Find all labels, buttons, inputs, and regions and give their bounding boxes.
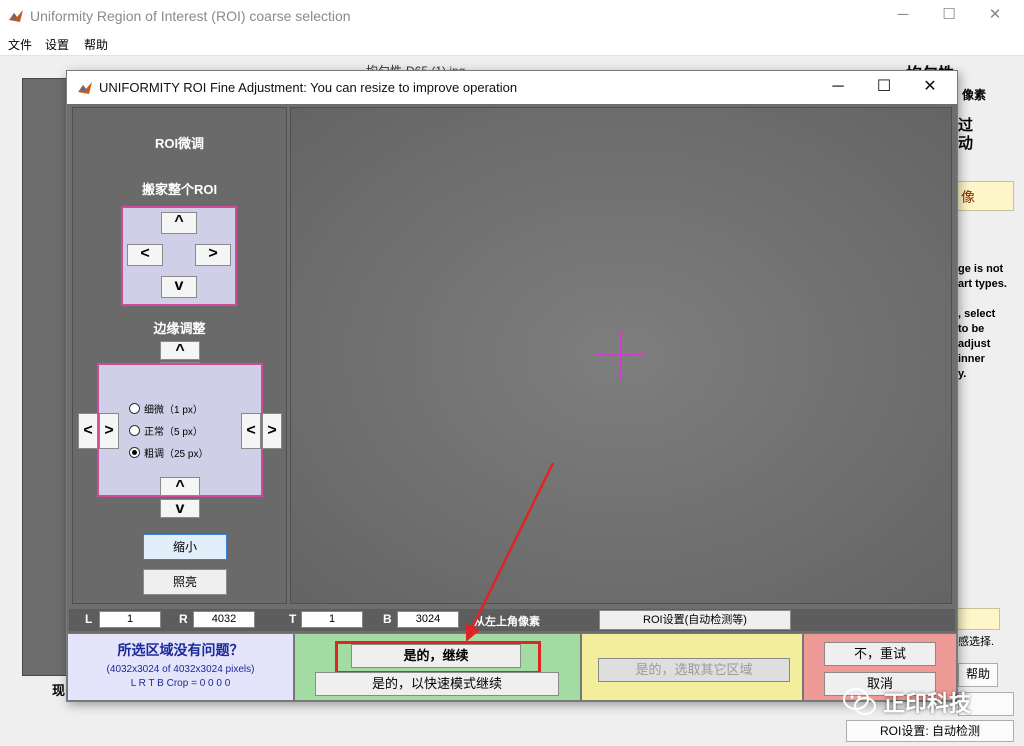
radio-coarse[interactable] (129, 447, 140, 458)
wechat-icon (843, 688, 876, 715)
matlab-icon (9, 10, 23, 22)
minimize-icon[interactable]: ─ (815, 71, 861, 104)
radio-fine[interactable] (129, 403, 140, 414)
menubar: 文件 设置 帮助 (0, 32, 1024, 56)
help-button[interactable]: 帮助 (958, 663, 998, 687)
brighten-button[interactable]: 照亮 (143, 569, 227, 595)
question-panel: 所选区域没有问题？ (4032x3024 of 4032x3024 pixels… (67, 633, 294, 701)
menu-help[interactable]: 帮助 (84, 36, 108, 53)
maximize-icon[interactable]: ☐ (861, 71, 907, 104)
question-size-line: (4032x3024 of 4032x3024 pixels) (106, 664, 255, 675)
step-normal-option[interactable]: 正常（5 px） (129, 423, 203, 438)
dialog-titlebar: UNIFORMITY ROI Fine Adjustment: You can … (67, 71, 957, 104)
coord-T-input[interactable]: 1 (301, 611, 363, 628)
crosshair-vertical (620, 330, 622, 380)
no-retry-button[interactable]: 不，重试 (824, 642, 936, 666)
right-edge-left-button[interactable]: < (241, 413, 261, 449)
left-edge-left-button[interactable]: < (78, 413, 98, 449)
step-normal-label: 正常（5 px） (144, 427, 203, 438)
roi-fine-title: ROI微调 (154, 136, 205, 151)
coord-R-input[interactable]: 4032 (193, 611, 255, 628)
watermark-text: 正印科技 (883, 691, 972, 716)
back-text-move: 动 (958, 135, 974, 152)
roi-auto-detect-button[interactable]: ROI设置: 自动检测 (846, 720, 1014, 742)
step-fine-label: 细微（1 px） (144, 405, 203, 416)
coord-L-input[interactable]: 1 (99, 611, 161, 628)
back-image-button[interactable]: 像 (952, 181, 1014, 211)
close-icon[interactable]: ✕ (907, 71, 953, 104)
right-edge-right-button[interactable]: > (262, 413, 282, 449)
back-titlebar: Uniformity Region of Interest (ROI) coar… (0, 0, 1024, 32)
move-up-button[interactable]: ^ (161, 212, 197, 234)
highlight-box (335, 641, 541, 674)
roi-settings-button[interactable]: ROI设置(自动检测等) (599, 610, 791, 630)
back-text-pixels: 像素 (962, 88, 987, 102)
edge-adjust-title: 边缘调整 (153, 321, 206, 336)
yes-other-region-button[interactable]: 是的，选取其它区域 (598, 658, 790, 682)
move-left-button[interactable]: < (127, 244, 163, 266)
bottom-edge-down-button[interactable]: v (160, 499, 200, 518)
back-image-preview (22, 78, 72, 676)
continue-panel: 是的，继续 是的，以快速模式继续 (294, 633, 581, 701)
watermark: 正印科技 (843, 686, 971, 718)
move-roi-title: 搬家整个ROI (141, 182, 218, 197)
back-yellow-button[interactable] (952, 608, 1000, 630)
back-select-hint: 感选择. (958, 636, 995, 648)
coordinate-bar: L 1 R 4032 T 1 B 3024 从左上角像素 ROI设置(自动检测等… (69, 609, 955, 631)
menu-file[interactable]: 文件 (8, 36, 32, 53)
back-window-title: Uniformity Region of Interest (ROI) coar… (30, 8, 351, 24)
coord-B-input[interactable]: 3024 (397, 611, 459, 628)
move-right-button[interactable]: > (195, 244, 231, 266)
close-icon[interactable]: ✕ (972, 0, 1018, 32)
radio-normal[interactable] (129, 425, 140, 436)
roi-control-panel: ROI微调 搬家整个ROI ^ < > v 边缘调整 ^ v 细微（1 px） … (72, 107, 287, 604)
image-preview[interactable] (290, 107, 952, 604)
left-edge-right-button[interactable]: > (99, 413, 119, 449)
back-text-over: 过 (958, 117, 974, 134)
bottom-edge-up-button[interactable]: ^ (160, 477, 200, 496)
coord-note: 从左上角像素 (474, 616, 540, 628)
top-edge-up-button[interactable]: ^ (160, 341, 200, 360)
step-fine-option[interactable]: 细微（1 px） (129, 401, 203, 416)
move-roi-box: ^ < > v (121, 206, 237, 306)
matlab-icon (78, 82, 92, 94)
coord-B-label: B (383, 612, 392, 626)
coord-T-label: T (289, 612, 297, 626)
step-coarse-option[interactable]: 粗调（25 px） (129, 445, 208, 460)
fine-adjust-dialog: UNIFORMITY ROI Fine Adjustment: You can … (66, 70, 958, 702)
question-crop-line: L R T B Crop = 0 0 0 0 (130, 678, 231, 689)
back-info-text: ge is not art types. , select to be adju… (958, 263, 1007, 380)
dialog-body: ROI微调 搬家整个ROI ^ < > v 边缘调整 ^ v 细微（1 px） … (67, 104, 957, 701)
step-coarse-label: 粗调（25 px） (144, 449, 209, 460)
minimize-icon[interactable]: ─ (880, 0, 926, 32)
shrink-button[interactable]: 缩小 (143, 534, 227, 560)
question-title: 所选区域没有问题？ (117, 642, 244, 658)
maximize-icon[interactable]: ☐ (926, 0, 972, 32)
coord-L-label: L (85, 612, 93, 626)
back-now-label: 现 (52, 683, 66, 698)
coord-R-label: R (179, 612, 188, 626)
dialog-title: UNIFORMITY ROI Fine Adjustment: You can … (99, 80, 518, 95)
menu-settings[interactable]: 设置 (45, 36, 69, 53)
move-down-button[interactable]: v (161, 276, 197, 298)
other-region-panel: 是的，选取其它区域 (581, 633, 803, 701)
yes-fast-mode-button[interactable]: 是的，以快速模式继续 (315, 672, 559, 696)
